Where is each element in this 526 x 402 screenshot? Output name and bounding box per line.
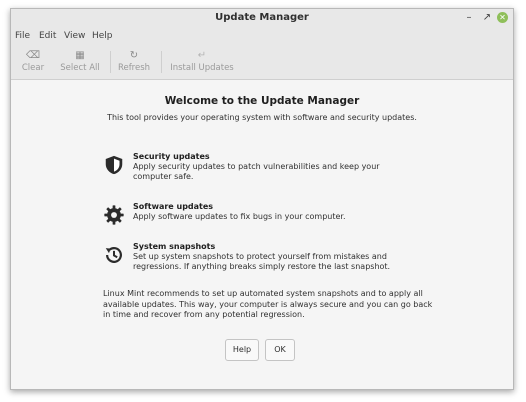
- feature-description: Apply security updates to patch vulnerab…: [133, 162, 380, 181]
- update-manager-window: Update Manager – ↗ ✕ File Edit View Help…: [10, 8, 514, 390]
- select-all-button[interactable]: ▦ Select All: [59, 49, 101, 73]
- feature-title: System snapshots: [133, 242, 216, 251]
- feature-description: Apply software updates to fix bugs in yo…: [133, 212, 346, 221]
- help-button[interactable]: Help: [225, 339, 259, 361]
- select-all-label: Select All: [60, 63, 100, 73]
- feature-snapshots: System snapshots Set up system snapshots…: [103, 242, 403, 282]
- welcome-heading: Welcome to the Update Manager: [164, 95, 360, 107]
- history-icon: [105, 247, 122, 263]
- minimize-icon[interactable]: –: [463, 12, 475, 24]
- refresh-icon: ↻: [129, 50, 139, 61]
- window-title: Update Manager: [215, 12, 309, 23]
- welcome-subtitle: This tool provides your operating system…: [107, 113, 417, 122]
- select-all-icon: ▦: [75, 50, 85, 61]
- feature-title: Security updates: [133, 152, 210, 161]
- menu-bar: File Edit View Help: [11, 29, 513, 45]
- maximize-icon[interactable]: ↗: [481, 12, 493, 24]
- close-icon[interactable]: ✕: [497, 12, 508, 23]
- toolbar-separator: [110, 51, 111, 73]
- clear-icon: ⌫: [25, 50, 41, 61]
- install-updates-label: Install Updates: [170, 63, 234, 73]
- recommendation-text: Linux Mint recommends to set up automate…: [103, 289, 433, 319]
- install-icon: ↵: [197, 50, 207, 61]
- feature-security: Security updates Apply security updates …: [103, 152, 403, 192]
- feature-description: Set up system snapshots to protect yours…: [133, 252, 391, 271]
- feature-software: Software updates Apply software updates …: [103, 202, 403, 232]
- clear-button[interactable]: ⌫ Clear: [21, 49, 45, 73]
- clear-label: Clear: [21, 63, 45, 73]
- shield-icon: [105, 155, 123, 175]
- menu-edit[interactable]: Edit: [39, 31, 56, 41]
- toolbar: ⌫ Clear ▦ Select All ↻ Refresh ↵ Install…: [11, 45, 513, 80]
- feature-title: Software updates: [133, 202, 214, 211]
- menu-help[interactable]: Help: [92, 31, 113, 41]
- welcome-panel: Welcome to the Update Manager This tool …: [11, 80, 513, 389]
- menu-file[interactable]: File: [15, 31, 30, 41]
- menu-view[interactable]: View: [64, 31, 85, 41]
- install-updates-button[interactable]: ↵ Install Updates: [169, 49, 235, 73]
- title-bar[interactable]: Update Manager – ↗ ✕: [11, 9, 513, 29]
- refresh-button[interactable]: ↻ Refresh: [117, 49, 151, 73]
- toolbar-separator: [161, 51, 162, 73]
- refresh-label: Refresh: [117, 63, 151, 73]
- gear-icon: [104, 205, 124, 225]
- ok-button[interactable]: OK: [265, 339, 295, 361]
